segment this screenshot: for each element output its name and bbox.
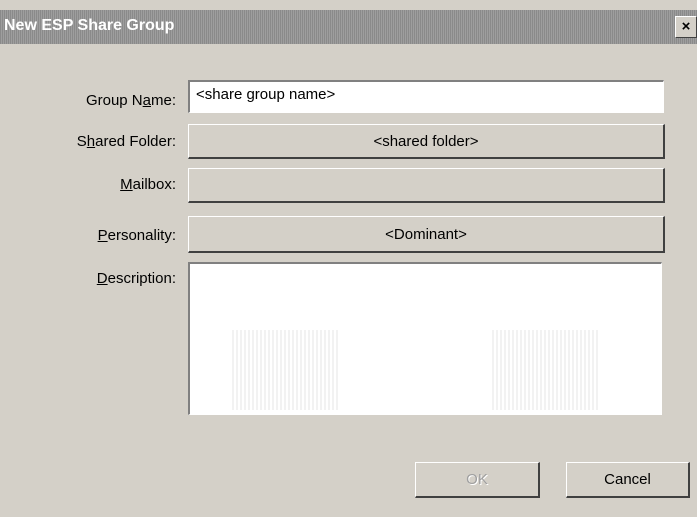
personality-button[interactable]: <Dominant> [188, 216, 665, 253]
description-label: Description: [96, 270, 176, 287]
ok-button[interactable]: OK [415, 462, 540, 498]
description-textarea[interactable] [188, 262, 662, 415]
cancel-label: Cancel [604, 471, 651, 488]
group-name-input[interactable]: <share group name> [188, 80, 664, 113]
title-bar[interactable]: New ESP Share Group × [0, 10, 697, 44]
dialog-window: New ESP Share Group × Group Name: <share… [0, 0, 697, 517]
description-background-pattern [230, 330, 340, 410]
shared-folder-button[interactable]: <shared folder> [188, 124, 665, 159]
close-icon[interactable]: × [675, 16, 697, 38]
ok-label: OK [466, 471, 488, 488]
group-name-value: <share group name> [196, 86, 336, 103]
shared-folder-value: <shared folder> [373, 133, 479, 150]
mailbox-button[interactable] [188, 168, 665, 203]
shared-folder-label: Shared Folder: [76, 133, 176, 150]
window-title: New ESP Share Group [4, 17, 175, 34]
mailbox-label: Mailbox: [120, 176, 176, 193]
group-name-label: Group Name: [85, 92, 176, 109]
cancel-button[interactable]: Cancel [566, 462, 690, 498]
personality-label: Personality: [97, 227, 176, 244]
personality-value: <Dominant> [385, 226, 467, 243]
description-background-pattern [490, 330, 600, 410]
